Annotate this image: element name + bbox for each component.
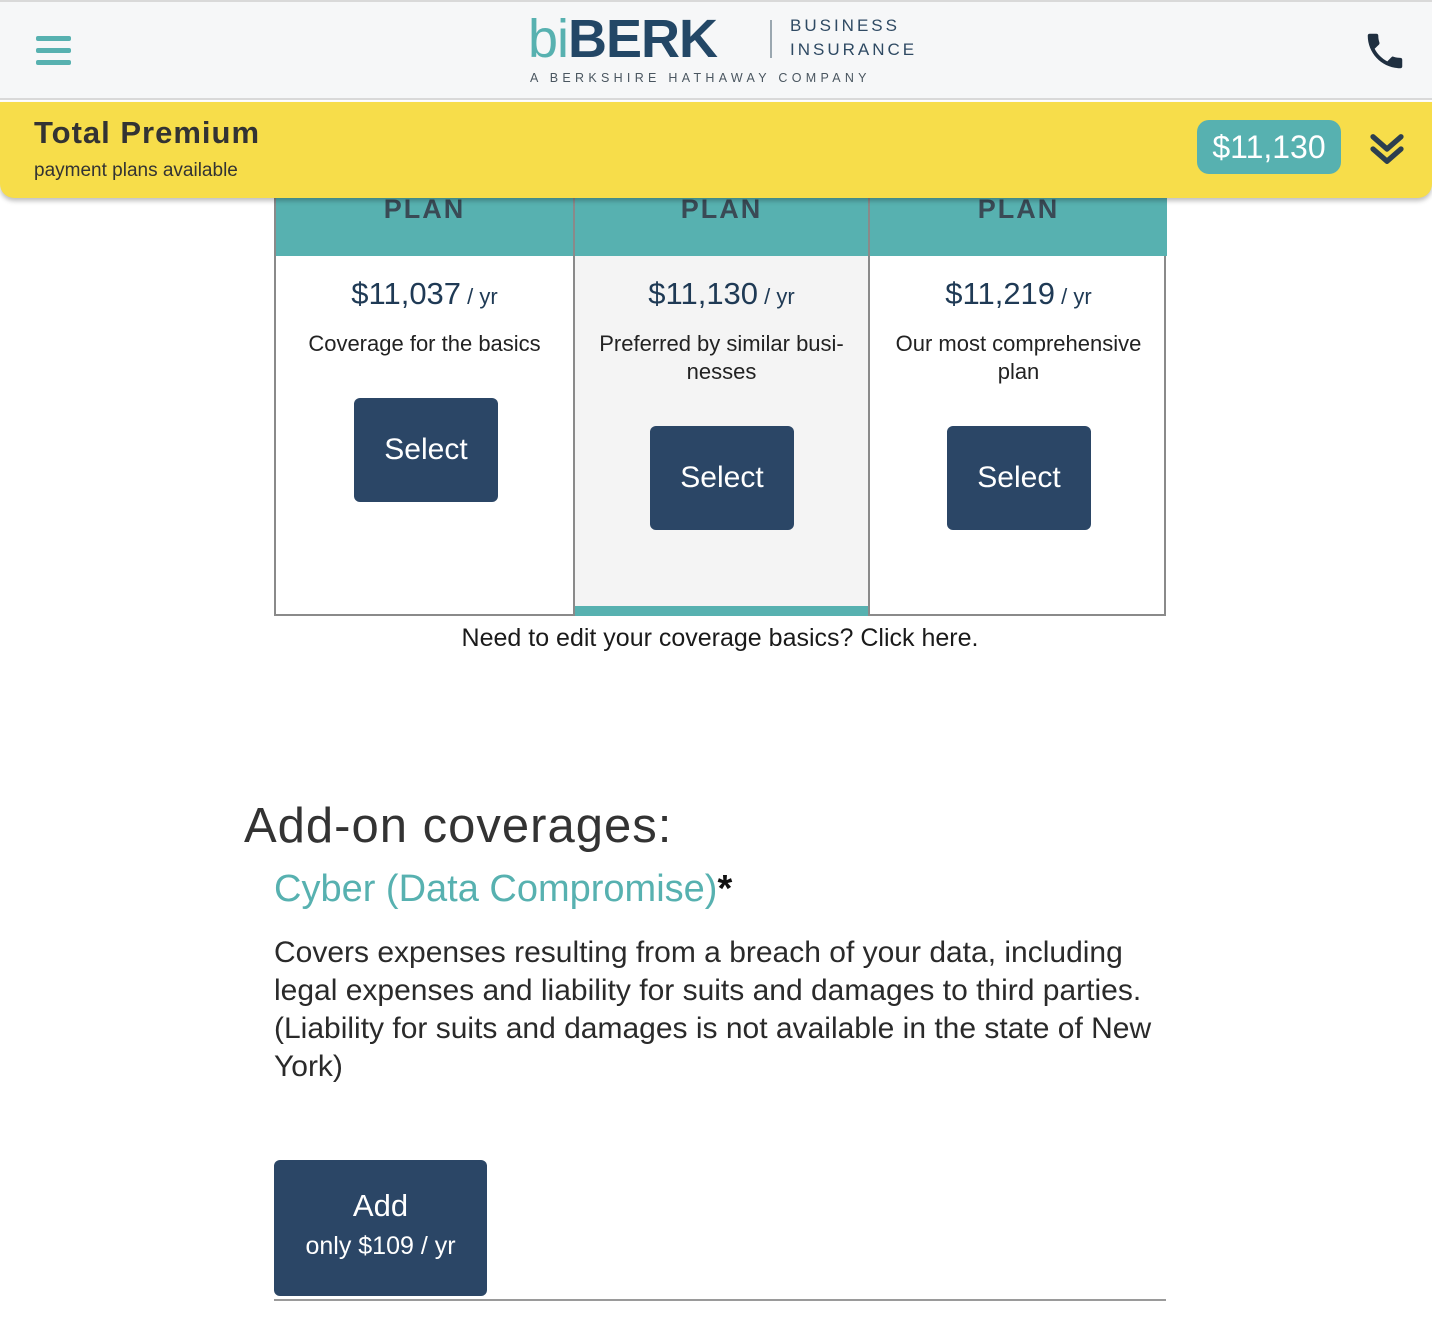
plan-price: $11,037 / yr: [276, 276, 573, 312]
plan-header-label: PLAN: [977, 194, 1060, 224]
total-premium-title: Total Premium: [34, 115, 261, 150]
select-plan-comprehensive-button[interactable]: Select: [947, 426, 1091, 530]
addon-coverages-heading: Add-on coverages:: [244, 799, 673, 853]
double-chevron-down-icon[interactable]: [1366, 128, 1408, 170]
logo-wordmark: biBERK: [528, 9, 718, 69]
logo-divider: [770, 20, 772, 58]
logo-business-line1: BUSINESS: [790, 16, 900, 35]
plan-price: $11,219 / yr: [870, 276, 1167, 312]
plan-header-label: PLAN: [383, 194, 466, 224]
plan-header: PLAN: [870, 190, 1167, 256]
plans-table: PLAN $11,037 / yr Coverage for the basic…: [274, 190, 1167, 616]
total-premium-amount: $11,130: [1197, 120, 1341, 174]
plan-description: Our most comprehensive plan: [895, 331, 1142, 384]
plan-column-basic: PLAN $11,037 / yr Coverage for the basic…: [276, 190, 573, 614]
hamburger-menu-icon[interactable]: [36, 36, 71, 66]
select-plan-basic-button[interactable]: Select: [354, 398, 498, 502]
plan-description: Preferred by similar busi- nesses: [599, 331, 844, 384]
site-header: biBERK BUSINESS INSURANCE A BERKSHIRE HA…: [0, 0, 1432, 100]
plan-header-label: PLAN: [680, 194, 763, 224]
add-button-label: Add: [352, 1188, 409, 1223]
plan-price-period: / yr: [461, 284, 498, 309]
plan-price-amount: $11,037: [351, 276, 462, 311]
cyber-coverage-description: Covers expenses resulting from a breach …: [274, 936, 1152, 1083]
plan-description: Coverage for the basics: [308, 331, 541, 356]
logo-business-insurance: BUSINESS INSURANCE: [790, 14, 920, 62]
plan-header: PLAN: [276, 190, 573, 256]
cyber-coverage-title-text: Cyber (Data Compromise): [274, 868, 718, 910]
section-divider: [274, 1299, 1166, 1301]
plan-price-period: / yr: [758, 284, 795, 309]
edit-coverage-basics-link[interactable]: Need to edit your coverage basics? Click…: [274, 624, 1166, 653]
phone-icon[interactable]: [1362, 28, 1408, 74]
logo-bi: bi: [528, 9, 569, 69]
total-premium-bar[interactable]: Total Premium payment plans available $1…: [0, 102, 1432, 198]
page: biBERK BUSINESS INSURANCE A BERKSHIRE HA…: [0, 0, 1432, 1324]
plan-price-amount: $11,130: [648, 276, 759, 311]
logo-berk: BERK: [568, 9, 718, 69]
biberk-logo[interactable]: biBERK BUSINESS INSURANCE A BERKSHIRE HA…: [528, 12, 918, 92]
payment-plans-note: payment plans available: [34, 160, 238, 181]
logo-business-line2: INSURANCE: [790, 40, 918, 59]
plan-price: $11,130 / yr: [575, 276, 868, 312]
add-button-price: only $109 / yr: [305, 1232, 456, 1260]
logo-tagline: A BERKSHIRE HATHAWAY COMPANY: [530, 71, 871, 85]
plan-price-period: / yr: [1055, 284, 1092, 309]
plan-header: PLAN: [575, 190, 868, 256]
plan-column-preferred: PLAN $11,130 / yr Preferred by similar b…: [573, 190, 870, 616]
cyber-coverage-title: Cyber (Data Compromise)*: [274, 868, 732, 911]
required-asterisk: *: [717, 868, 733, 910]
add-cyber-coverage-button[interactable]: Add only $109 / yr: [274, 1160, 487, 1296]
plan-price-amount: $11,219: [945, 276, 1056, 311]
select-plan-preferred-button[interactable]: Select: [650, 426, 794, 530]
plan-column-comprehensive: PLAN $11,219 / yr Our most comprehensive…: [870, 190, 1167, 614]
selected-plan-indicator: [575, 606, 868, 616]
